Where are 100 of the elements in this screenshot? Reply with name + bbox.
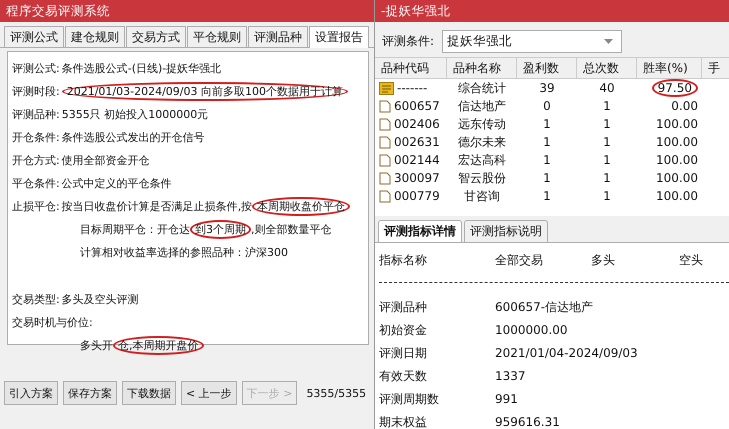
table-cell: 1 [543,189,551,203]
table-cell: 1 [543,117,551,131]
tab[interactable]: 平仓规则 [187,26,247,47]
table-cell: 1 [543,135,551,149]
metric-label: 评测品种 [379,299,428,316]
table-cell-text: 600657-信达地产 [495,299,594,316]
action-button[interactable]: 引入方案 [4,381,58,405]
document-icon [379,172,391,184]
table-cell: 40 [599,81,615,95]
metric-label: 有效天数 [379,368,428,385]
document-icon [379,118,391,130]
window-title: -捉妖华强北 [375,0,729,22]
caret-icon [604,39,614,44]
table-cell: 1 [543,171,551,185]
table-cell: 97.50 [652,79,698,97]
table-cell-text: 2021/01/04-2024/09/03 [495,345,638,362]
table-cell: 智云股份 [458,171,506,185]
table-cell: 39 [539,81,555,95]
table-cell: 1 [603,135,611,149]
action-button[interactable]: < 上一步 [181,381,237,405]
column-header: 指标名称 [379,252,428,269]
field-value: 多头开 [80,338,113,354]
table-cell-text: 959616.31 [495,414,561,429]
table-cell: 100.00 [656,153,698,167]
tab[interactable]: 设置报告 [309,26,369,48]
field-value: 本周期收盘价平仓 [252,197,350,216]
field-value: 公式中定义的平仓条件 [62,176,172,192]
field-label: 交易类型: [12,292,60,308]
column-header: 全部交易 [495,252,544,269]
table-cell: 1 [603,153,611,167]
field-label: 平仓条件: [12,176,60,192]
table-cell: 德尔未来 [458,135,506,149]
column-header[interactable]: 盈利数 [517,58,577,79]
field-label: 评测时段: [12,84,60,100]
metric-label: 期末权益 [379,414,428,429]
table-cell-text: 1000000.00 [495,322,569,339]
field-value: 条件选股公式发出的开仓信号 [62,130,205,146]
field-label: 开仓条件: [12,130,60,146]
field-value: 使用全部资金开仓 [62,153,150,169]
table-cell-text: 002144 [394,152,440,169]
table-cell-text: 1337 [495,368,527,385]
table-cell: 1 [543,153,551,167]
field-value: 按当日收盘价计算是否满足止损条件,按 [62,199,252,215]
table-cell-text: 991 [495,391,519,408]
summary-icon [379,82,394,94]
tab[interactable]: 评测指标详情 [378,220,462,242]
field-value: 到3个周期 [190,220,251,239]
table-cell: 1 [603,171,611,185]
table-cell: 综合统计 [458,81,506,95]
tab[interactable]: 建仓规则 [65,26,125,47]
progress-count: 5355/5355 [306,386,366,400]
document-icon [379,154,391,166]
field-value: 目标周期平仓：开仓达 [80,222,190,238]
tab[interactable]: 评测品种 [248,26,308,47]
table-cell: 100.00 [656,117,698,131]
column-header[interactable]: 品种代码 [375,58,447,79]
action-button[interactable]: 保存方案 [63,381,117,405]
tab[interactable]: 交易方式 [126,26,186,47]
column-header[interactable]: 手 [702,58,729,79]
table-cell-text: 600657 [394,98,440,115]
field-label: 开仓方式: [12,153,60,169]
table-cell-text: ------- [397,80,428,97]
field-label: 评测公式: [12,61,60,77]
tab[interactable]: 评测指标说明 [464,220,548,242]
field-value: 仓,本周期开盘价 [113,336,204,355]
field-value: 条件选股公式-(日线)-捉妖华强北 [62,61,222,77]
metric-label: 初始资金 [379,322,428,339]
field-label: 交易时机与价位: [12,315,93,331]
window-title: 程序交易评测系统 [0,0,374,22]
field-value: 计算相对收益率选择的参照品种：沪深300 [80,245,288,261]
table-cell-text: 000779 [394,188,440,205]
field-value: 5355只 初始投入1000000元 [62,107,208,123]
field-label: 止损平仓: [12,199,60,215]
table-cell: 1 [603,117,611,131]
metric-label: 评测日期 [379,345,428,362]
table-cell-text: 002406 [394,116,440,133]
table-cell: 100.00 [656,135,698,149]
field-value: 2021/01/03-2024/09/03 向前多取100个数据用于计算 [62,82,348,101]
table-cell-text: 002631 [394,134,440,151]
action-button[interactable]: 下载数据 [122,381,176,405]
document-icon [379,100,391,112]
column-header[interactable]: 品种名称 [447,58,517,79]
table-cell: 0 [543,99,551,113]
column-header[interactable]: 总次数 [577,58,637,79]
column-header: 空头 [679,252,703,269]
column-header[interactable]: 胜率(%) [637,58,702,79]
column-header: 多头 [591,252,616,269]
table-cell: 信达地产 [458,99,506,113]
condition-label: 评测条件: [382,33,434,50]
document-icon [379,190,391,202]
document-icon [379,136,391,148]
table-cell: 0.00 [671,99,698,113]
field-label: 评测品种: [12,107,60,123]
condition-dropdown[interactable]: 捉妖华强北 [442,30,622,53]
table-cell: 1 [603,99,611,113]
tab[interactable]: 评测公式 [4,26,64,47]
table-cell: 1 [603,189,611,203]
table-cell: 甘咨询 [464,189,500,203]
table-cell-text: 300097 [394,170,440,187]
table-cell: 远东传动 [458,117,506,131]
